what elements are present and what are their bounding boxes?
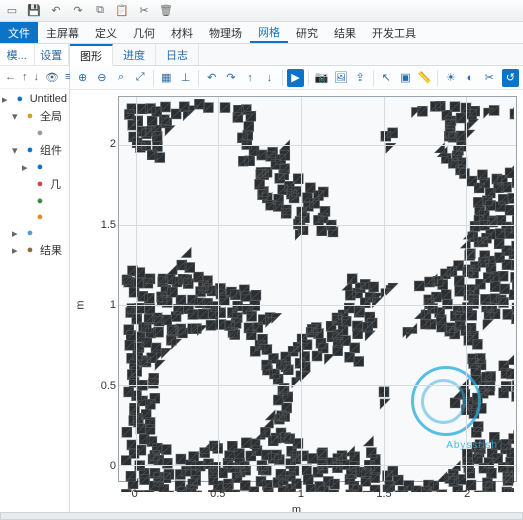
graphics-panel: 图形 进度 日志 ⊕ ⊖ ⌕ ⤢ ▦ ⊥ ↶ ↷ ↑ ↓ ▶ 📷 🖼 ⇪ ↖ ▣ [70, 44, 523, 520]
ytick: 2 [98, 138, 116, 150]
zoom-fit-icon[interactable]: ⤢ [132, 69, 149, 87]
eye-icon[interactable]: 👁 [44, 69, 60, 85]
mesh-plot [121, 99, 514, 492]
rot-u-icon[interactable]: ↑ [242, 69, 259, 87]
paste-icon[interactable]: 📋 [114, 3, 130, 19]
nav-down-icon[interactable]: ↓ [33, 69, 41, 85]
xtick: 0.5 [210, 488, 225, 500]
model-tree[interactable]: ▸●Untitled▾●全局●▾●组件▸●●几●●▸●▸●结果 [0, 89, 69, 520]
nav-up-icon[interactable]: ↑ [21, 69, 29, 85]
tree-row[interactable]: ▸●Untitled [0, 91, 69, 107]
menu-mesh[interactable]: 网格 [250, 22, 288, 43]
tab-settings[interactable]: 设置 [35, 44, 70, 65]
cut-icon[interactable]: ✂ [136, 3, 152, 19]
tree-row[interactable]: ● [0, 209, 69, 225]
menu-bar: 文件 主屏幕 定义 几何 材料 物理场 网格 研究 结果 开发工具 [0, 22, 523, 44]
xtick: 2 [464, 488, 470, 500]
menu-definitions[interactable]: 定义 [87, 22, 125, 43]
axes-icon[interactable]: ⊥ [177, 69, 194, 87]
tree-row[interactable]: ▾●组件 [0, 141, 69, 159]
tree-row[interactable]: ▸● [0, 159, 69, 175]
xtick: 1 [298, 488, 304, 500]
ytick: 0 [98, 460, 116, 472]
save-icon[interactable]: 💾 [26, 3, 42, 19]
tree-row[interactable]: ▾●全局 [0, 107, 69, 125]
select-icon[interactable]: ↖ [378, 69, 395, 87]
nav-left-icon[interactable]: ← [4, 69, 17, 85]
menu-file[interactable]: 文件 [0, 22, 38, 43]
grid-icon[interactable]: ▦ [158, 69, 175, 87]
undo-icon[interactable]: ↶ [48, 3, 64, 19]
zoom-in-icon[interactable]: ⊕ [74, 69, 91, 87]
menu-materials[interactable]: 材料 [163, 22, 201, 43]
ylabel: m [75, 300, 87, 309]
clip-icon[interactable]: ✂ [481, 69, 498, 87]
select-box-icon[interactable]: ▣ [397, 69, 414, 87]
camera-icon[interactable]: 📷 [313, 69, 330, 87]
tree-row[interactable]: ▸●结果 [0, 241, 69, 259]
menu-physics[interactable]: 物理场 [201, 22, 250, 43]
menu-devtools[interactable]: 开发工具 [364, 22, 424, 43]
redo-icon[interactable]: ↷ [70, 3, 86, 19]
view-reset-icon[interactable]: ▶ [287, 69, 304, 87]
export-icon[interactable]: ⇪ [351, 69, 368, 87]
plot-axes: Abyssfish [118, 96, 517, 482]
menu-home[interactable]: 主屏幕 [38, 22, 87, 43]
tab-log[interactable]: 日志 [156, 44, 199, 65]
plot-area[interactable]: Abyssfish m m 00.511.5200.511.52 [70, 90, 523, 520]
model-tree-panel: 模... 设置 ← ↑ ↓ 👁 ≡ ▸●Untitled▾●全局●▾●组件▸●●… [0, 44, 70, 520]
menu-results[interactable]: 结果 [326, 22, 364, 43]
zoom-sel-icon[interactable]: ⌕ [112, 69, 129, 87]
reset-button[interactable]: ↺ [502, 69, 519, 87]
ytick: 1 [98, 299, 116, 311]
file-icon[interactable]: ▭ [4, 3, 20, 19]
hscrollbar[interactable] [0, 512, 523, 520]
tree-toolbar: ← ↑ ↓ 👁 ≡ [0, 66, 69, 89]
delete-icon[interactable]: 🗑 [158, 3, 174, 19]
graphics-toolbar: ⊕ ⊖ ⌕ ⤢ ▦ ⊥ ↶ ↷ ↑ ↓ ▶ 📷 🖼 ⇪ ↖ ▣ 📏 ☀ ◐ ✂ [70, 66, 523, 90]
tree-row[interactable]: ● [0, 193, 69, 209]
tree-row[interactable]: ●几 [0, 175, 69, 193]
menu-study[interactable]: 研究 [288, 22, 326, 43]
measure-icon[interactable]: 📏 [416, 69, 433, 87]
tab-progress[interactable]: 进度 [113, 44, 156, 65]
light-icon[interactable]: ☀ [442, 69, 459, 87]
tab-graphics[interactable]: 图形 [70, 44, 113, 66]
title-toolbar: ▭ 💾 ↶ ↷ ⧉ 📋 ✂ 🗑 [0, 0, 523, 22]
xtick: 0 [132, 488, 138, 500]
ytick: 1.5 [98, 219, 116, 231]
image-icon[interactable]: 🖼 [332, 69, 349, 87]
ytick: 0.5 [98, 380, 116, 392]
tab-model[interactable]: 模... [0, 44, 35, 65]
rot-d-icon[interactable]: ↓ [261, 69, 278, 87]
render-icon[interactable]: ◐ [461, 69, 478, 87]
tree-row[interactable]: ▸● [0, 225, 69, 241]
menu-geometry[interactable]: 几何 [125, 22, 163, 43]
rot-r-icon[interactable]: ↷ [222, 69, 239, 87]
xtick: 1.5 [376, 488, 391, 500]
tree-row[interactable]: ● [0, 125, 69, 141]
rot-l-icon[interactable]: ↶ [203, 69, 220, 87]
zoom-out-icon[interactable]: ⊖ [93, 69, 110, 87]
watermark-text: Abyssfish [446, 440, 498, 451]
copy-icon[interactable]: ⧉ [92, 3, 108, 19]
